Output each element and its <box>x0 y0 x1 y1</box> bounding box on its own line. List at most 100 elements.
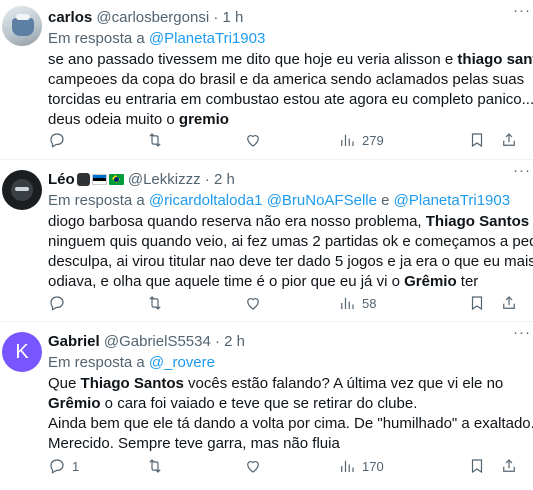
retweet-button[interactable] <box>146 130 170 150</box>
text-segment: torcidas eu entraria em combustao estou … <box>48 91 533 108</box>
views-button[interactable]: 58 <box>338 293 376 313</box>
bookmark-button[interactable] <box>468 293 486 313</box>
highlighted-text: Grêmio <box>404 273 457 290</box>
tweet-card[interactable]: ··· Léo @Lekkizzz · 2 h Em resposta a @r… <box>0 160 533 322</box>
views-button[interactable]: 170 <box>338 456 384 476</box>
reply-count: 1 <box>72 458 80 474</box>
reply-button[interactable]: 1 <box>48 456 79 476</box>
text-segment: deus odeia muito o <box>48 111 179 128</box>
tweet-card[interactable]: ··· carlos @carlosbergonsi · 1 h Em resp… <box>0 0 533 160</box>
bookmark-button[interactable] <box>468 130 486 150</box>
tweet-card[interactable]: K ··· Gabriel @GabrielS5534 · 2 h Em res… <box>0 322 533 490</box>
text-segment: Ainda bem que ele tá dando a volta por c… <box>48 415 533 432</box>
share-icon <box>503 459 515 472</box>
bookmark-icon <box>471 133 483 148</box>
timestamp[interactable]: 2 h <box>214 171 235 188</box>
share-button[interactable] <box>500 293 518 313</box>
text-segment: campeoes da copa do brasil e da america … <box>48 71 525 88</box>
reply-icon <box>50 459 64 474</box>
action-bar: 279 <box>48 130 523 150</box>
bookmark-icon <box>471 296 483 311</box>
mention-link[interactable]: @PlanetaTri1903 <box>394 192 510 209</box>
ninja-emoji-icon <box>76 173 90 186</box>
highlighted-text: Thiago Santos <box>425 213 530 230</box>
tweet-text-line: ninguem quis quando veio, ai fez umas 2 … <box>48 232 533 252</box>
tweet-text: Que Thiago Santos vocês estão falando? A… <box>48 374 533 454</box>
reply-button[interactable] <box>48 293 72 313</box>
text-segment: ninguem quis quando veio, ai fez umas 2 … <box>48 233 533 250</box>
tweet-text-line: torcidas eu entraria em combustao estou … <box>48 90 533 110</box>
tweet-text-line: se ano passado tivessem me dito que hoje… <box>48 50 533 70</box>
bookmark-icon <box>471 459 483 474</box>
text-segment: Merecido. Sempre teve garra, mas não flu… <box>48 435 340 452</box>
text-segment: desculpa, ai virou titular nao deve ter … <box>48 253 533 270</box>
author-handle[interactable]: @Lekkizzz <box>128 171 201 188</box>
author-name[interactable]: Gabriel <box>48 333 100 350</box>
share-icon <box>503 296 515 309</box>
tweet-text-line: deus odeia muito o gremio <box>48 110 523 130</box>
like-icon <box>247 135 259 147</box>
text-segment: o cara foi vaiado e teve que se retirar … <box>100 395 418 412</box>
mention-link[interactable]: @PlanetaTri1903 <box>149 30 265 47</box>
retweet-icon <box>149 296 161 310</box>
like-icon <box>247 461 259 473</box>
avatar[interactable] <box>2 170 42 210</box>
text-segment: se ano passado tivessem me dito que hoje… <box>48 51 458 68</box>
like-icon <box>247 298 259 310</box>
retweet-button[interactable] <box>146 293 170 313</box>
mention-link[interactable]: @BruNoAFSelle <box>267 192 377 209</box>
timestamp[interactable]: 2 h <box>224 333 245 350</box>
tweet-text-line: campeoes da copa do brasil e da america … <box>48 70 525 90</box>
reply-icon <box>50 133 64 148</box>
tweet-text-line: odiava, e olha que aquele time é o pior … <box>48 272 523 292</box>
mention-link[interactable]: @_rovere <box>149 354 215 371</box>
tweet-text: se ano passado tivessem me dito que hoje… <box>48 50 533 130</box>
tweet-text-line: Merecido. Sempre teve garra, mas não flu… <box>48 434 523 454</box>
tweet-text-line: Que Thiago Santos vocês estão falando? A… <box>48 374 523 394</box>
brazil-flag-icon <box>108 174 124 185</box>
author-name[interactable]: carlos <box>48 9 92 26</box>
timestamp[interactable]: 1 h <box>223 9 244 26</box>
avatar[interactable] <box>2 6 42 46</box>
text-segment: diogo barbosa quando reserva não era nos… <box>48 213 426 230</box>
tweet-text-line: diogo barbosa quando reserva não era nos… <box>48 212 529 232</box>
views-icon <box>341 297 354 309</box>
like-button[interactable] <box>244 293 268 313</box>
share-button[interactable] <box>500 130 518 150</box>
author-handle[interactable]: @carlosbergonsi <box>96 9 209 26</box>
tweet-text: diogo barbosa quando reserva não era nos… <box>48 212 533 292</box>
mention-link[interactable]: @ricardoltaloda1 <box>149 192 263 209</box>
action-bar: 58 <box>48 293 523 313</box>
text-segment: vocês estão falando? A última vez que vi… <box>183 375 504 392</box>
author-name[interactable]: Léo <box>48 171 75 188</box>
reply-button[interactable] <box>48 130 72 150</box>
reply-context: Em resposta a @ricardoltaloda1 @BruNoAFS… <box>48 192 511 209</box>
tweet-text-line: desculpa, ai virou titular nao deve ter … <box>48 252 533 272</box>
share-icon <box>503 133 515 146</box>
text-segment: Que <box>48 375 81 392</box>
text-segment: odiava, e olha que aquele time é o pior … <box>48 273 405 290</box>
reply-context: Em resposta a @_rovere <box>48 354 215 371</box>
author-handle[interactable]: @GabrielS5534 <box>104 333 211 350</box>
share-button[interactable] <box>500 456 518 476</box>
retweet-icon <box>149 459 161 473</box>
text-segment: ter <box>456 273 479 290</box>
like-button[interactable] <box>244 130 268 150</box>
reply-context: Em resposta a @PlanetaTri1903 <box>48 30 266 47</box>
retweet-icon <box>149 133 161 147</box>
like-button[interactable] <box>244 456 268 476</box>
highlighted-text: Grêmio <box>48 395 101 412</box>
views-icon <box>341 460 354 472</box>
views-button[interactable]: 279 <box>338 130 384 150</box>
highlighted-text: Thiago Santos <box>80 375 184 392</box>
avatar[interactable]: K <box>2 332 42 372</box>
estonia-flag-icon <box>91 174 107 185</box>
retweet-button[interactable] <box>146 456 170 476</box>
views-icon <box>341 134 354 146</box>
bookmark-button[interactable] <box>468 456 486 476</box>
highlighted-text: thiago santos <box>457 51 533 68</box>
reply-icon <box>50 296 64 311</box>
action-bar: 1 170 <box>48 456 523 476</box>
tweet-text-line: Ainda bem que ele tá dando a volta por c… <box>48 414 533 434</box>
highlighted-text: gremio <box>178 111 229 128</box>
